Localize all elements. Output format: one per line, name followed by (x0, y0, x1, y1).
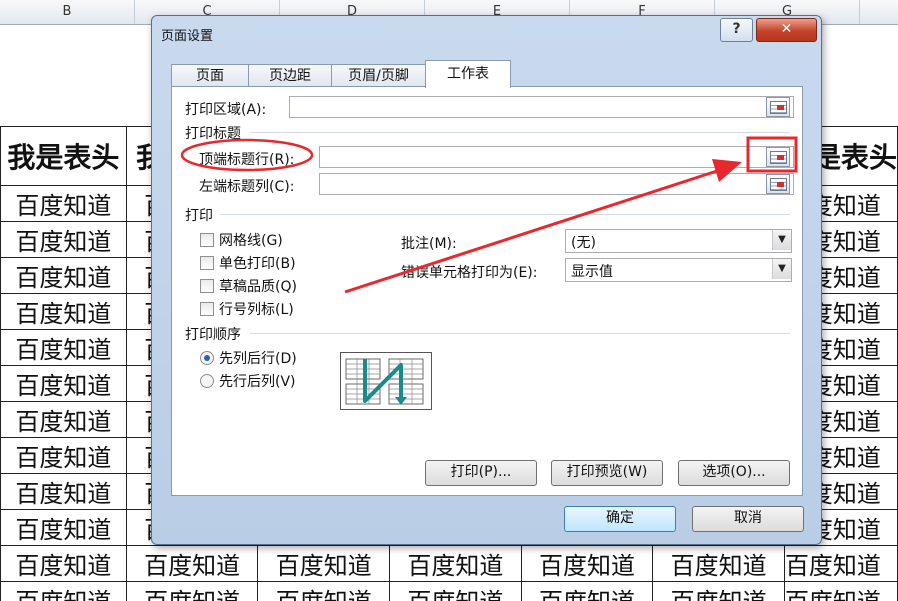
top-rows-label: 顶端标题行(R): (199, 152, 295, 168)
tab-page[interactable]: 页面 (171, 64, 249, 87)
table-row: 百度知道百度知道百度知道百度知道百度知道百度知道百度知道 (0, 545, 898, 582)
page-order-preview-icon (340, 352, 432, 410)
data-cell[interactable]: 百度知道 (0, 545, 127, 582)
chevron-down-icon: ▼ (772, 230, 791, 250)
print-heading: 打印 (185, 208, 213, 224)
data-cell[interactable]: 百度知道 (0, 257, 127, 294)
page-order-heading: 打印顺序 (185, 327, 241, 343)
data-cell[interactable]: 百度知道 (0, 581, 127, 601)
cancel-button[interactable]: 取消 (692, 506, 804, 532)
data-cell[interactable]: 百度知道 (389, 545, 522, 582)
section-divider (220, 214, 790, 215)
data-cell[interactable]: 百度知道 (0, 473, 127, 510)
data-cell[interactable]: 百度知道 (0, 401, 127, 438)
options-button[interactable]: 选项(O)... (678, 460, 790, 486)
section-divider (250, 132, 790, 133)
data-cell[interactable]: 百度知道 (0, 185, 127, 222)
print-area-ref-button[interactable] (766, 97, 790, 117)
cell-errors-value: 显示值 (571, 264, 613, 280)
column-header-b[interactable]: B (0, 0, 135, 24)
range-marker-icon (777, 105, 784, 110)
black-white-checkbox[interactable] (200, 256, 214, 270)
gridlines-checkbox[interactable] (200, 233, 214, 247)
left-columns-input[interactable] (319, 173, 794, 195)
row-col-headings-label: 行号列标(L) (219, 302, 294, 318)
sheet-tab-panel: 打印区域(A): 打印标题 顶端标题行(R): 左端标题列(C): 打印 网格线… (171, 86, 803, 496)
help-button[interactable]: ? (720, 18, 753, 42)
print-area-label: 打印区域(A): (185, 102, 267, 118)
comments-label: 批注(M): (401, 236, 457, 252)
print-button[interactable]: 打印(P)... (425, 460, 537, 486)
table-row: 百度知道百度知道百度知道百度知道百度知道百度知道百度知道 (0, 581, 898, 601)
close-button[interactable]: ✕ (756, 18, 817, 42)
comments-select[interactable]: (无) ▼ (565, 229, 792, 253)
data-cell[interactable]: 百度知道 (0, 437, 127, 474)
data-cell[interactable]: 百度知道 (0, 509, 127, 546)
cell-errors-select[interactable]: 显示值 ▼ (565, 258, 792, 282)
data-cell[interactable]: 百度知道 (652, 545, 785, 582)
print-preview-button[interactable]: 打印预览(W) (551, 460, 663, 486)
data-cell[interactable]: 百度知道 (0, 329, 127, 366)
page-setup-dialog: 页面设置 ? ✕ 页面 页边距 页眉/页脚 工作表 打印区域(A): 打印标题 … (151, 15, 822, 545)
data-cell[interactable]: 百度知道 (125, 581, 259, 601)
data-cell[interactable]: 百度知道 (0, 293, 127, 330)
header-cell[interactable]: 我是表头 (0, 126, 127, 186)
draft-quality-checkbox[interactable] (200, 279, 214, 293)
left-columns-label: 左端标题列(C): (199, 179, 295, 195)
row-col-headings-checkbox[interactable] (200, 302, 214, 316)
data-cell[interactable]: 百度知道 (520, 545, 654, 582)
gridlines-label: 网格线(G) (219, 233, 283, 249)
over-then-down-label: 先行后列(V) (219, 374, 296, 390)
down-then-over-radio[interactable] (200, 351, 214, 365)
data-cell[interactable]: 百度知道 (652, 581, 785, 601)
down-then-over-label: 先列后行(D) (219, 351, 297, 367)
data-cell[interactable]: 百度知道 (257, 545, 391, 582)
comments-value: (无) (571, 235, 596, 251)
section-divider (250, 333, 790, 334)
data-cell[interactable]: 百度知道 (0, 221, 127, 258)
left-columns-ref-button[interactable] (766, 174, 790, 194)
black-white-label: 单色打印(B) (219, 256, 296, 272)
print-titles-heading: 打印标题 (185, 126, 241, 142)
range-marker-icon (777, 155, 784, 160)
ok-button[interactable]: 确定 (564, 506, 676, 532)
tab-header-footer[interactable]: 页眉/页脚 (331, 64, 426, 87)
draft-quality-label: 草稿品质(Q) (219, 279, 297, 295)
data-cell[interactable]: 百度知道 (783, 545, 898, 582)
print-area-input[interactable] (289, 96, 794, 118)
over-then-down-radio[interactable] (200, 374, 214, 388)
tab-sheet[interactable]: 工作表 (425, 60, 511, 88)
cell-errors-label: 错误单元格打印为(E): (401, 265, 538, 281)
dialog-title: 页面设置 (161, 29, 214, 44)
tab-margins[interactable]: 页边距 (248, 64, 332, 87)
data-cell[interactable]: 百度知道 (389, 581, 522, 601)
top-rows-ref-button[interactable] (766, 147, 790, 167)
data-cell[interactable]: 百度知道 (520, 581, 654, 601)
range-marker-icon (777, 182, 784, 187)
data-cell[interactable]: 百度知道 (125, 545, 259, 582)
data-cell[interactable]: 百度知道 (783, 581, 898, 601)
chevron-down-icon: ▼ (772, 259, 791, 279)
top-rows-input[interactable] (319, 146, 794, 168)
data-cell[interactable]: 百度知道 (257, 581, 391, 601)
data-cell[interactable]: 百度知道 (0, 365, 127, 402)
